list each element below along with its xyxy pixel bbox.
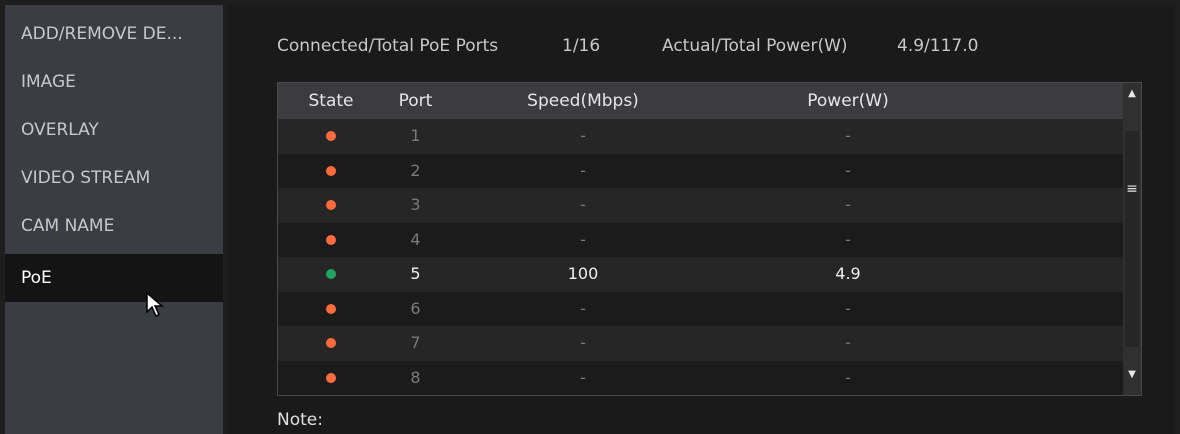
state-indicator-icon [326,338,336,348]
power-cell: - [845,195,851,214]
speed-cell: - [580,367,586,387]
sidebar-item-poe[interactable]: PoE [5,254,223,302]
speed-cell: - [580,195,586,214]
state-indicator-icon [326,131,336,141]
state-indicator-icon [326,165,336,176]
port-cell: 5 [410,264,421,283]
power-cell: - [845,229,851,249]
port-cell: 4 [410,229,421,249]
table-row[interactable]: 3 - - [278,188,1123,223]
scroll-grip-icon[interactable]: ≡ [1125,181,1139,197]
table-row[interactable]: 5 100 4.9 [278,257,1123,292]
port-cell: 1 [410,126,421,145]
speed-cell: - [580,229,586,249]
header-power[interactable]: Power(W) [778,83,918,119]
sidebar-item-overlay[interactable]: OVERLAY [5,106,223,154]
note-label: Note: [277,410,323,430]
speed-cell: - [580,160,586,180]
ports-value: 1/16 [562,36,601,56]
scroll-up-icon[interactable]: ▲ [1123,84,1141,104]
speed-cell: 100 [567,264,599,283]
scroll-thumb[interactable] [1125,131,1139,347]
speed-cell: - [580,298,586,318]
port-cell: 2 [410,160,421,180]
power-label: Actual/Total Power(W) [662,36,848,56]
table-row[interactable]: 7 - - [278,326,1123,361]
sidebar-item-add-remove-devices[interactable]: ADD/REMOVE DE... [5,10,223,58]
port-cell: 8 [410,367,421,387]
table-row[interactable]: 4 - - [278,222,1123,257]
header-port[interactable]: Port [383,83,448,119]
vertical-scrollbar[interactable]: ▲ ≡ ▼ [1123,83,1141,395]
poe-port-table: State Port Speed(Mbps) Power(W) 1 - - 2 - - 3 -… [277,82,1142,396]
port-cell: 3 [410,195,421,214]
table-row[interactable]: 2 - - [278,153,1123,188]
header-state[interactable]: State [296,83,366,119]
power-cell: 4.9 [835,264,861,283]
state-indicator-icon [326,303,336,314]
power-value: 4.9/117.0 [897,36,979,56]
header-speed[interactable]: Speed(Mbps) [508,83,658,119]
sidebar-item-image[interactable]: IMAGE [5,58,223,106]
power-cell: - [845,333,851,352]
speed-cell: - [580,333,586,352]
state-indicator-icon [326,200,336,210]
mouse-pointer-icon [146,292,165,318]
speed-cell: - [580,126,586,145]
port-cell: 6 [410,298,421,318]
state-indicator-icon [326,269,336,279]
sidebar: ADD/REMOVE DE... IMAGE OVERLAY VIDEO STR… [5,5,223,434]
power-cell: - [845,298,851,318]
table-row[interactable]: 8 - - [278,360,1123,395]
power-cell: - [845,126,851,145]
ports-label: Connected/Total PoE Ports [277,36,499,56]
power-cell: - [845,160,851,180]
state-indicator-icon [326,372,336,383]
port-cell: 7 [410,333,421,352]
power-cell: - [845,367,851,387]
table-row[interactable]: 1 - - [278,119,1123,154]
sidebar-item-video-stream[interactable]: VIDEO STREAM [5,154,223,202]
table-row[interactable]: 6 - - [278,291,1123,326]
scroll-down-icon[interactable]: ▼ [1123,365,1141,385]
state-indicator-icon [326,234,336,245]
sidebar-item-cam-name[interactable]: CAM NAME [5,202,223,250]
